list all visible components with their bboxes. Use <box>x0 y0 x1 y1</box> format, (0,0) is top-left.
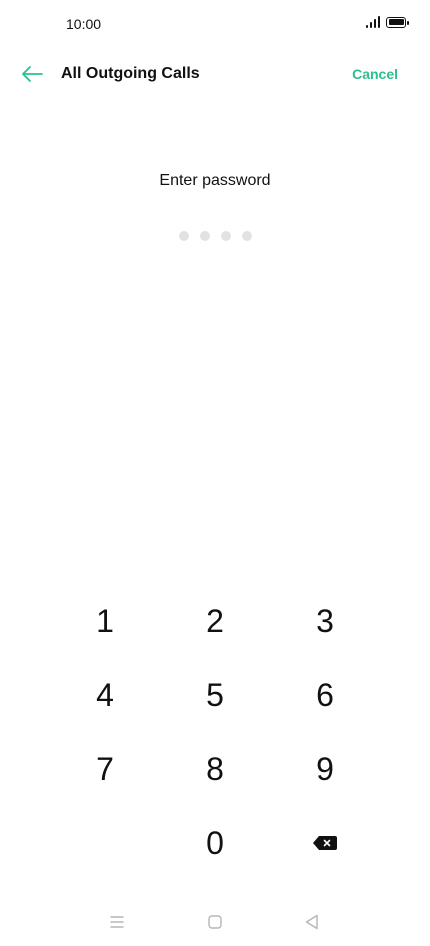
navigation-bar <box>0 898 430 946</box>
screen: 10:00 All Outgoing Calls Cancel Enter pa… <box>0 0 430 946</box>
numeric-keypad: 1 2 3 4 5 6 7 8 9 0 <box>50 584 380 880</box>
key-7[interactable]: 7 <box>50 732 160 806</box>
keypad-row: 7 8 9 <box>50 732 380 806</box>
password-dots <box>0 231 430 241</box>
password-dot <box>199 231 210 241</box>
back-triangle-icon <box>305 914 318 930</box>
key-1[interactable]: 1 <box>50 584 160 658</box>
keypad-row: 1 2 3 <box>50 584 380 658</box>
status-bar: 10:00 <box>0 0 430 48</box>
key-2[interactable]: 2 <box>160 584 270 658</box>
arrow-left-icon <box>22 66 43 82</box>
key-8[interactable]: 8 <box>160 732 270 806</box>
key-9[interactable]: 9 <box>270 732 380 806</box>
key-6[interactable]: 6 <box>270 658 380 732</box>
status-time: 10:00 <box>66 16 102 32</box>
status-icons <box>366 16 409 28</box>
nav-home-button[interactable] <box>205 912 225 932</box>
page-title: All Outgoing Calls <box>61 65 200 82</box>
keypad-row: 4 5 6 <box>50 658 380 732</box>
cancel-button[interactable]: Cancel <box>352 66 398 82</box>
back-button[interactable] <box>18 62 46 86</box>
battery-icon <box>386 16 409 28</box>
key-3[interactable]: 3 <box>270 584 380 658</box>
keypad-row: 0 <box>50 806 380 880</box>
menu-icon <box>110 916 124 928</box>
key-0[interactable]: 0 <box>160 806 270 880</box>
backspace-button[interactable] <box>270 806 380 880</box>
home-square-icon <box>208 915 222 929</box>
nav-menu-button[interactable] <box>107 912 127 932</box>
key-empty <box>50 806 160 880</box>
password-dot <box>241 231 252 241</box>
password-dot <box>178 231 189 241</box>
password-prompt: Enter password <box>159 172 271 189</box>
key-5[interactable]: 5 <box>160 658 270 732</box>
backspace-icon <box>313 836 337 850</box>
password-dot <box>220 231 231 241</box>
key-4[interactable]: 4 <box>50 658 160 732</box>
signal-icon <box>366 16 380 28</box>
header: All Outgoing Calls Cancel <box>0 54 430 94</box>
nav-back-button[interactable] <box>302 912 322 932</box>
